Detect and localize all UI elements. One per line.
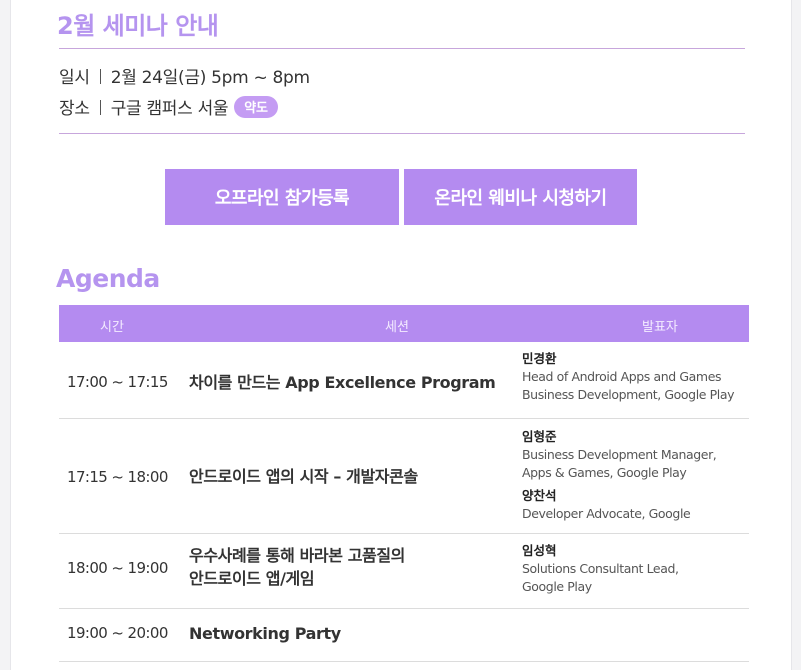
table-row: 19:00 ~ 20:00 Networking Party — [59, 609, 749, 662]
speaker-name: 양찬석 — [522, 488, 557, 503]
row-time: 19:00 ~ 20:00 — [67, 624, 168, 642]
row-speakers: 임형준 Business Development Manager, Apps &… — [522, 428, 747, 523]
speaker-role: Head of Android Apps and Games — [522, 369, 722, 384]
speaker-role: Apps & Games, Google Play — [522, 465, 687, 480]
row-session: 안드로이드 앱의 시작 – 개발자콘솔 — [189, 465, 418, 488]
row-speakers: 민경환 Head of Android Apps and Games Busin… — [522, 350, 747, 404]
place-line: 장소 구글 캠퍼스 서울 약도 — [59, 94, 278, 119]
row-speakers: 임성혁 Solutions Consultant Lead, Google Pl… — [522, 542, 747, 596]
speaker-role: Developer Advocate, Google — [522, 506, 691, 521]
page-title: 2월 세미나 안내 — [57, 12, 219, 40]
date-label: 일시 — [59, 68, 90, 88]
agenda-table-header: 시간 세션 발표자 — [59, 305, 749, 342]
agenda-title: Agenda — [56, 264, 160, 293]
row-time: 18:00 ~ 19:00 — [67, 559, 168, 577]
speaker-role: Google Play — [522, 579, 592, 594]
online-webinar-button[interactable]: 온라인 웨비나 시청하기 — [404, 169, 637, 225]
row-session: 우수사례를 통해 바라본 고품질의 안드로이드 앱/게임 — [189, 544, 405, 590]
table-row: 17:15 ~ 18:00 안드로이드 앱의 시작 – 개발자콘솔 임형준 Bu… — [59, 419, 749, 534]
speaker-name: 임성혁 — [522, 543, 557, 558]
row-time: 17:00 ~ 17:15 — [67, 373, 168, 391]
row-session: 차이를 만드는 App Excellence Program — [189, 371, 496, 394]
place-value: 구글 캠퍼스 서울 — [110, 99, 229, 119]
row-time: 17:15 ~ 18:00 — [67, 468, 168, 486]
date-line: 일시 2월 24일(금) 5pm ~ 8pm — [59, 63, 310, 88]
divider-top — [59, 48, 745, 49]
column-header-time: 시간 — [100, 320, 124, 335]
column-header-session: 세션 — [385, 320, 409, 335]
table-row: 18:00 ~ 19:00 우수사례를 통해 바라본 고품질의 안드로이드 앱/… — [59, 534, 749, 609]
session-line: 우수사례를 통해 바라본 고품질의 — [189, 546, 405, 565]
session-line: 차이를 만드는 App Excellence Program — [189, 373, 496, 392]
map-badge-button[interactable]: 약도 — [234, 96, 278, 118]
date-value: 2월 24일(금) 5pm ~ 8pm — [110, 68, 310, 88]
table-row: 17:00 ~ 17:15 차이를 만드는 App Excellence Pro… — [59, 342, 749, 419]
session-line: 안드로이드 앱의 시작 – 개발자콘솔 — [189, 467, 418, 486]
session-line: 안드로이드 앱/게임 — [189, 569, 315, 588]
speaker-role: Business Development, Google Play — [522, 387, 735, 402]
session-line: Networking Party — [189, 624, 341, 643]
place-label: 장소 — [59, 99, 90, 119]
separator — [99, 100, 101, 115]
column-header-speaker: 발표자 — [642, 320, 678, 335]
row-session: Networking Party — [189, 622, 341, 645]
speaker-role: Business Development Manager, — [522, 447, 717, 462]
speaker-name: 임형준 — [522, 429, 557, 444]
speaker-role: Solutions Consultant Lead, — [522, 561, 679, 576]
separator — [99, 69, 101, 84]
offline-register-button[interactable]: 오프라인 참가등록 — [165, 169, 399, 225]
speaker-name: 민경환 — [522, 351, 557, 366]
divider-bottom — [59, 133, 745, 134]
seminar-card: 2월 세미나 안내 일시 2월 24일(금) 5pm ~ 8pm 장소 구글 캠퍼스… — [10, 0, 792, 670]
